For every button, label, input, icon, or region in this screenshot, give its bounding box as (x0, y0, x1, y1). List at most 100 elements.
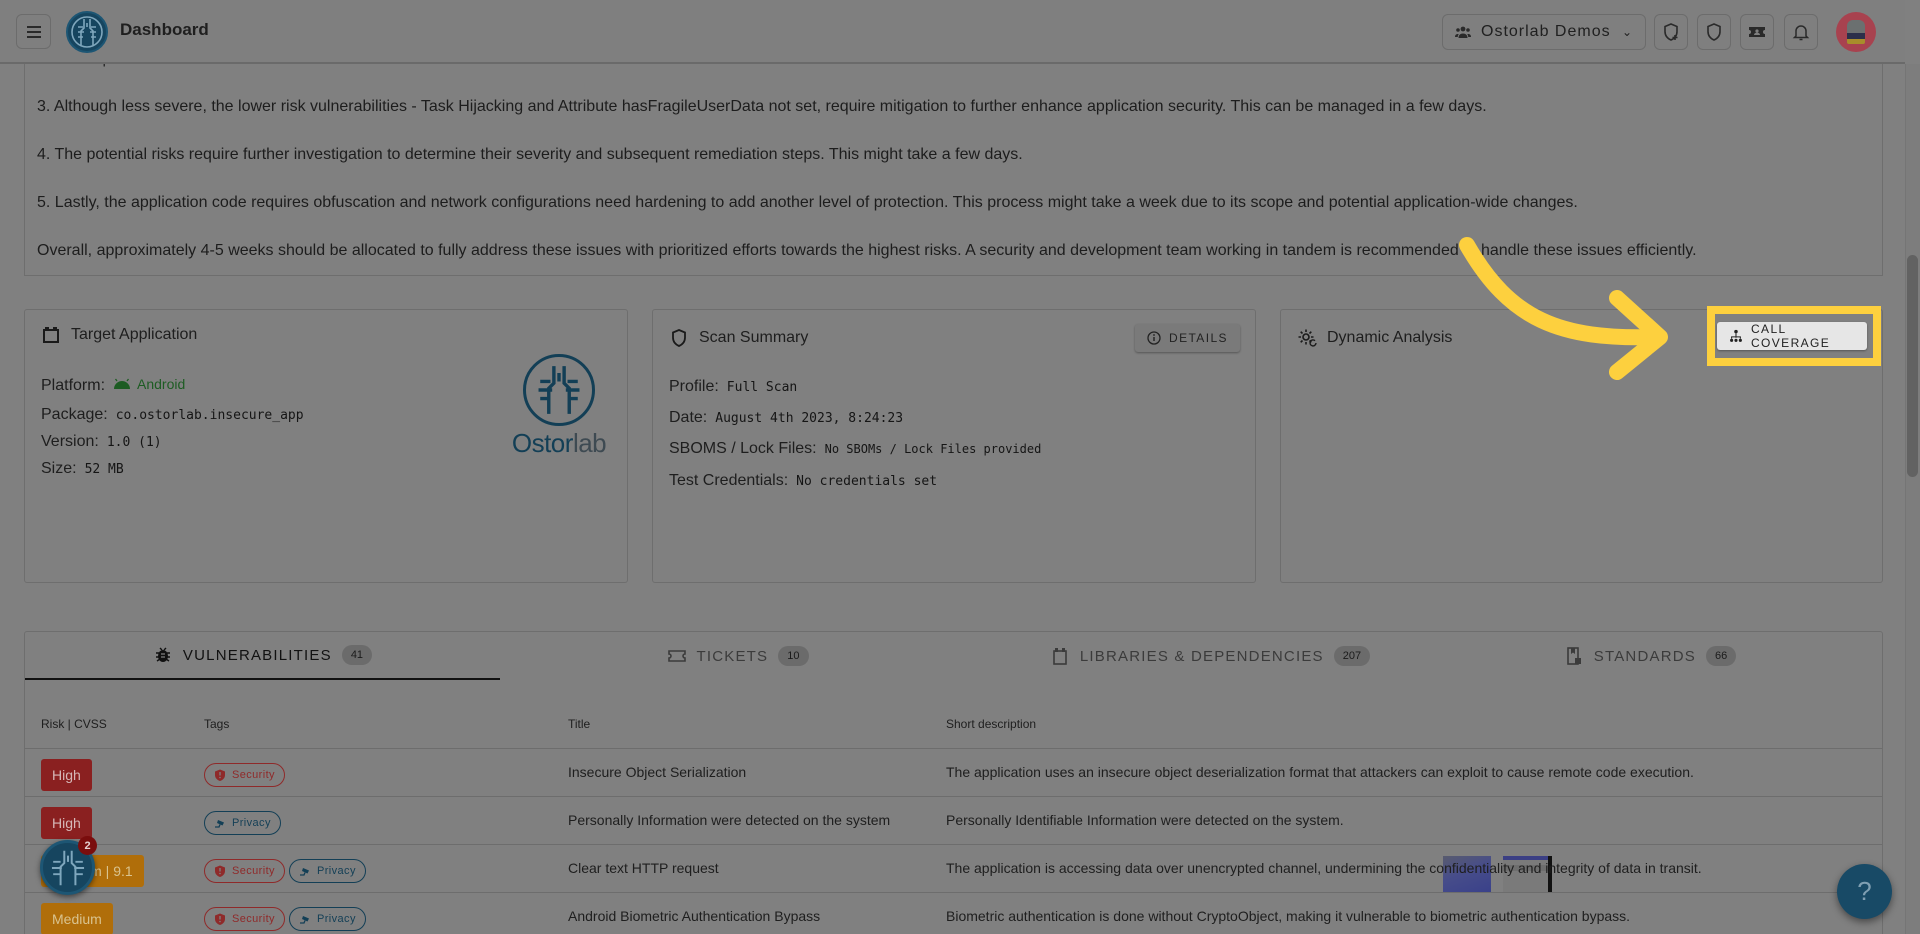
tab-count-badge: 10 (778, 646, 809, 666)
platform-label: Platform: (41, 377, 106, 394)
app-logo-mark (523, 354, 595, 426)
tickets-button[interactable] (1740, 14, 1774, 50)
chevron-down-icon: ⌄ (1621, 25, 1633, 39)
card-header: Dynamic Analysis (1297, 328, 1452, 348)
vulnerability-title[interactable]: Insecure Object Serialization (568, 764, 746, 780)
package-label: Package: (41, 406, 108, 423)
package-icon (1053, 648, 1067, 665)
date-value: August 4th 2023, 8:24:23 (715, 411, 904, 426)
gear-sync-icon (1298, 329, 1317, 347)
avatar[interactable] (1836, 12, 1876, 52)
column-header-description[interactable]: Short description (946, 717, 1036, 731)
security-tag: Security (204, 907, 285, 931)
cctv-icon (215, 820, 224, 828)
menu-button[interactable] (16, 14, 51, 49)
tab-label: TICKETS (696, 647, 769, 665)
help-button[interactable]: ? (1837, 864, 1892, 919)
tag-label: Privacy (232, 817, 271, 829)
security-button[interactable] (1697, 14, 1731, 50)
sboms-label: SBOMS / Lock Files: (669, 440, 817, 457)
bug-icon (155, 647, 170, 662)
ticket-icon (1749, 27, 1765, 37)
organization-select[interactable]: Ostorlab Demos ⌄ (1442, 14, 1646, 50)
date-label: Date: (669, 409, 708, 426)
circuit-logo-icon (71, 16, 103, 48)
column-header-title[interactable]: Title (568, 717, 590, 731)
profile-field: Profile: Full Scan (669, 378, 797, 396)
app-logo-text: Ostorlab (507, 428, 611, 459)
cctv-icon (300, 916, 309, 924)
version-value: 1.0 (1) (106, 435, 162, 450)
tag-label: Security (232, 769, 275, 781)
recommendation-text: HTTP requests. This can take around one … (24, 40, 1883, 276)
notification-badge: 2 (78, 836, 97, 855)
users-icon (1455, 26, 1471, 38)
profile-value: Full Scan (726, 380, 798, 395)
vulnerability-description: Personally Identifiable Information were… (946, 812, 1344, 828)
tab-standards[interactable]: STANDARDS 66 (1470, 632, 1830, 680)
privacy-tag: Privacy (289, 859, 366, 883)
document-lock-icon (1566, 647, 1581, 665)
risk-badge: Medium (41, 903, 113, 934)
recommendation-paragraph: 5. Lastly, the application code requires… (37, 194, 1578, 211)
size-value: 52 MB (84, 462, 124, 477)
new-scan-button[interactable] (1654, 14, 1688, 50)
version-label: Version: (41, 433, 99, 450)
vulnerability-description: Biometric authentication is done without… (946, 908, 1631, 924)
credentials-value: No credentials set (796, 474, 938, 489)
shield-alert-icon (215, 865, 225, 877)
profile-label: Profile: (669, 378, 719, 395)
logo-word-secondary: lab (572, 428, 607, 458)
recommendation-paragraph: Overall, approximately 4-5 weeks should … (37, 242, 1697, 259)
sboms-field: SBOMS / Lock Files: No SBOMs / Lock File… (669, 440, 1041, 458)
tag-label: Security (232, 865, 275, 877)
circuit-logo-icon (538, 366, 580, 414)
ticket-icon (667, 650, 686, 662)
date-field: Date: August 4th 2023, 8:24:23 (669, 409, 903, 427)
card-title: Target Application (71, 326, 198, 343)
findings-panel: VULNERABILITIES 41 TICKETS 10 LIBRARIES … (24, 631, 1883, 934)
notifications-button[interactable] (1784, 14, 1818, 50)
column-header-tags[interactable]: Tags (204, 717, 229, 731)
scrollbar-thumb[interactable] (1907, 255, 1918, 477)
details-button[interactable]: DETAILS (1135, 324, 1240, 352)
help-icon: ? (1857, 876, 1872, 906)
annotation-highlight-box (1707, 306, 1881, 366)
vulnerability-title[interactable]: Android Biometric Authentication Bypass (568, 908, 820, 924)
cctv-icon (300, 868, 309, 876)
tag-label: Security (232, 913, 275, 925)
size-label: Size: (41, 460, 77, 477)
tab-count-badge: 41 (341, 645, 373, 665)
table-row[interactable]: High Privacy Personally Information were… (25, 796, 1882, 844)
avatar-image (1847, 20, 1865, 44)
vulnerability-title[interactable]: Clear text HTTP request (568, 860, 719, 876)
page-scrollbar[interactable] (1905, 64, 1920, 934)
android-label: Android (137, 376, 186, 392)
risk-badge: High (41, 807, 92, 839)
shield-alert-icon (215, 913, 225, 925)
table-row[interactable]: Medium Security Privacy Android Biometri… (25, 892, 1882, 934)
ostorlab-logo[interactable] (66, 11, 108, 53)
page-title: Dashboard (120, 20, 209, 39)
card-title: Scan Summary (699, 329, 809, 346)
column-header-risk[interactable]: Risk | CVSS (41, 717, 107, 731)
credentials-field: Test Credentials: No credentials set (669, 472, 937, 490)
privacy-tag: Privacy (204, 811, 281, 835)
package-field: Package: co.ostorlab.insecure_app (41, 406, 304, 424)
recommendation-paragraph: 4. The potential risks require further i… (37, 146, 1023, 163)
credentials-label: Test Credentials: (669, 472, 789, 489)
table-row[interactable]: Medium | 9.1 Security Privacy Clear text… (25, 844, 1882, 892)
shield-plus-icon (1664, 23, 1678, 41)
tab-label: VULNERABILITIES (182, 646, 332, 664)
tab-vulnerabilities[interactable]: VULNERABILITIES 41 (25, 632, 500, 680)
android-icon (114, 378, 131, 389)
tab-libraries[interactable]: LIBRARIES & DEPENDENCIES 207 (950, 632, 1470, 680)
vulnerability-title[interactable]: Personally Information were detected on … (568, 812, 890, 828)
table-row[interactable]: High Security Insecure Object Serializat… (25, 748, 1882, 796)
target-application-card: Target Application Platform: Android Pac… (24, 309, 628, 583)
card-title: Dynamic Analysis (1327, 329, 1453, 346)
tab-tickets[interactable]: TICKETS 10 (500, 632, 975, 680)
top-bar: Dashboard Ostorlab Demos ⌄ (0, 0, 1905, 64)
platform-field: Platform: Android (41, 376, 185, 395)
app-logo: Ostorlab (507, 354, 611, 459)
